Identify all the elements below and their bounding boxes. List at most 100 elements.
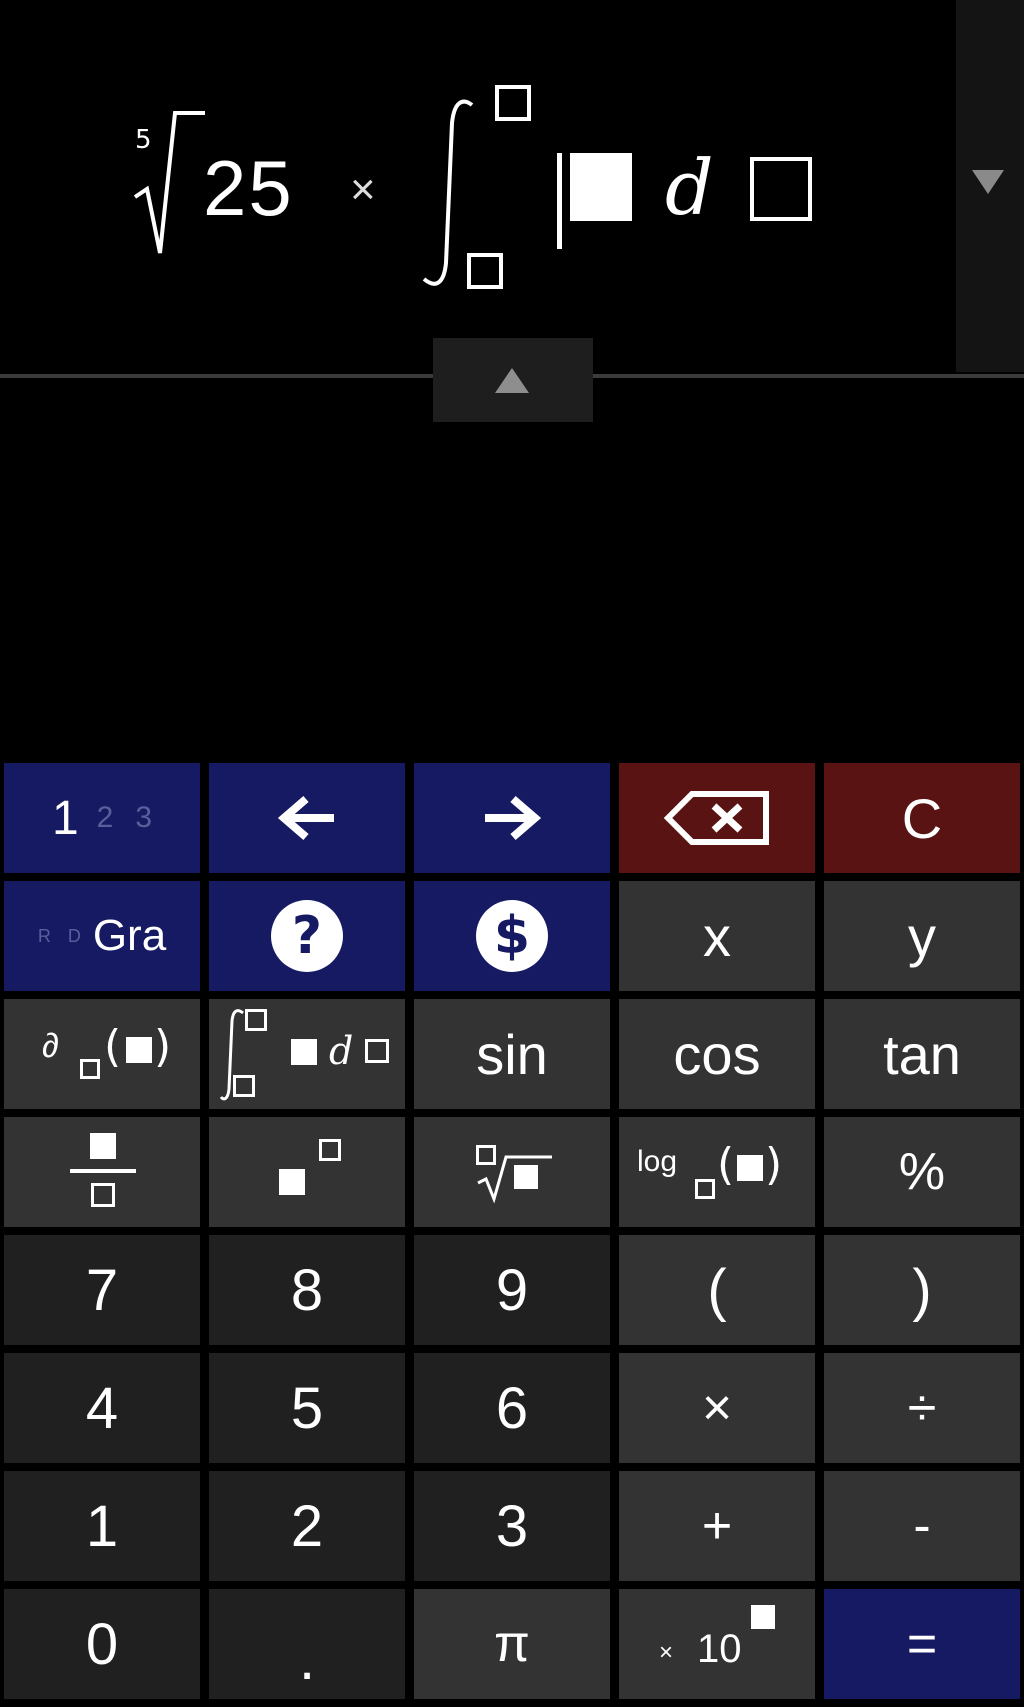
decimal-label: . xyxy=(298,1626,316,1692)
chevron-up-icon xyxy=(495,368,529,393)
plus-button[interactable]: + xyxy=(619,1471,815,1581)
mode-inactive-3: 3 xyxy=(135,801,153,834)
digit-0-button[interactable]: 0 xyxy=(4,1589,200,1699)
tan-label: tan xyxy=(883,1022,961,1086)
denominator-icon xyxy=(91,1183,115,1207)
multiply-button[interactable]: × xyxy=(619,1353,815,1463)
cos-label: cos xyxy=(673,1022,761,1086)
plus-label: + xyxy=(701,1497,733,1555)
percent-label: % xyxy=(898,1143,946,1201)
var-y-button[interactable]: y xyxy=(824,881,1020,991)
mode-inactive-2: 2 xyxy=(96,801,114,834)
variable-icon xyxy=(365,1039,389,1063)
help-button[interactable]: ? xyxy=(209,881,405,991)
sin-button[interactable]: sin xyxy=(414,999,610,1109)
percent-button[interactable]: % xyxy=(824,1117,1020,1227)
arrow-right-icon xyxy=(485,795,542,841)
chevron-down-icon[interactable] xyxy=(972,170,1004,194)
digit-7-button[interactable]: 7 xyxy=(4,1235,200,1345)
integral-button[interactable]: d xyxy=(209,999,405,1109)
variable-placeholder-icon xyxy=(80,1059,100,1079)
radical-sign xyxy=(133,111,205,254)
text-cursor xyxy=(557,153,562,249)
numerator-icon xyxy=(90,1133,116,1159)
digit-1-button[interactable]: 1 xyxy=(4,1471,200,1581)
pi-label: π xyxy=(494,1615,530,1673)
var-x-button[interactable]: x xyxy=(619,881,815,991)
fraction-button[interactable] xyxy=(4,1117,200,1227)
lower-limit-placeholder[interactable] xyxy=(467,253,503,289)
cursor-right-button[interactable] xyxy=(414,763,610,873)
open-paren-label: ( xyxy=(707,1257,727,1323)
radicand-icon xyxy=(514,1165,538,1189)
nth-root-button[interactable] xyxy=(414,1117,610,1227)
tan-button[interactable]: tan xyxy=(824,999,1020,1109)
digit-9-button[interactable]: 9 xyxy=(414,1235,610,1345)
angle-unit-button[interactable]: R D Gra xyxy=(4,881,200,991)
scientific-notation-button[interactable]: × 10 xyxy=(619,1589,815,1699)
differential-d: d xyxy=(665,143,714,232)
open-paren-button[interactable]: ( xyxy=(619,1235,815,1345)
digit-5-button[interactable]: 5 xyxy=(209,1353,405,1463)
decimal-button[interactable]: . xyxy=(209,1589,405,1699)
log-base-icon xyxy=(695,1179,715,1199)
differential-glyph: d xyxy=(329,1029,354,1073)
integrand-placeholder[interactable] xyxy=(570,153,632,221)
digit-4-label: 4 xyxy=(85,1375,119,1441)
minus-label: - xyxy=(913,1497,931,1555)
divide-button[interactable]: ÷ xyxy=(824,1353,1020,1463)
angle-inactive: R D xyxy=(37,925,87,946)
backspace-button[interactable] xyxy=(619,763,815,873)
expression: 5 25 × d xyxy=(125,85,845,295)
divide-label: ÷ xyxy=(907,1379,937,1437)
equals-button[interactable]: = xyxy=(824,1589,1020,1699)
cursor-left-button[interactable] xyxy=(209,763,405,873)
derivative-button[interactable]: ∂ ( ) xyxy=(4,999,200,1109)
arrow-left-icon xyxy=(277,795,334,841)
angle-active: Gra xyxy=(92,911,167,960)
question-icon: ? xyxy=(271,900,343,972)
clear-button[interactable]: C xyxy=(824,763,1020,873)
radicand: 25 xyxy=(203,144,294,232)
mode-toggle-button[interactable]: 1 2 3 xyxy=(4,763,200,873)
expand-handle[interactable] xyxy=(433,338,593,422)
close-paren-button[interactable]: ) xyxy=(824,1235,1020,1345)
sci-times-label: × xyxy=(659,1639,674,1666)
digit-8-button[interactable]: 8 xyxy=(209,1235,405,1345)
digit-3-label: 3 xyxy=(495,1493,529,1559)
digit-4-button[interactable]: 4 xyxy=(4,1353,200,1463)
backspace-icon xyxy=(663,791,769,845)
operator: × xyxy=(350,165,376,214)
close-paren-glyph: ) xyxy=(154,1021,172,1072)
clear-label: C xyxy=(901,786,943,850)
log-argument-icon xyxy=(737,1155,763,1181)
digit-6-label: 6 xyxy=(495,1375,529,1441)
digit-9-label: 9 xyxy=(495,1257,529,1323)
digit-5-label: 5 xyxy=(290,1375,324,1441)
digit-7-label: 7 xyxy=(85,1257,119,1323)
sci-exponent-icon xyxy=(751,1605,775,1629)
open-paren-glyph: ( xyxy=(104,1021,122,1072)
lower-limit-icon xyxy=(233,1075,255,1097)
digit-6-button[interactable]: 6 xyxy=(414,1353,610,1463)
base-icon xyxy=(279,1169,305,1195)
log-button[interactable]: log ( ) xyxy=(619,1117,815,1227)
minus-button[interactable]: - xyxy=(824,1471,1020,1581)
variable-placeholder[interactable] xyxy=(750,157,812,221)
pi-button[interactable]: π xyxy=(414,1589,610,1699)
mode-active: 1 xyxy=(51,791,79,845)
var-y-label: y xyxy=(908,904,936,968)
upper-limit-placeholder[interactable] xyxy=(495,85,531,121)
expression-display[interactable]: 5 25 × d xyxy=(0,0,956,375)
power-button[interactable] xyxy=(209,1117,405,1227)
log-label: log xyxy=(637,1145,678,1178)
digit-3-button[interactable]: 3 xyxy=(414,1471,610,1581)
cos-button[interactable]: cos xyxy=(619,999,815,1109)
currency-button[interactable]: $ xyxy=(414,881,610,991)
log-open-paren: ( xyxy=(717,1139,735,1190)
dollar-icon: $ xyxy=(476,900,548,972)
var-x-label: x xyxy=(703,904,731,968)
digit-2-button[interactable]: 2 xyxy=(209,1471,405,1581)
sin-label: sin xyxy=(476,1022,548,1086)
log-close-paren: ) xyxy=(765,1139,783,1190)
